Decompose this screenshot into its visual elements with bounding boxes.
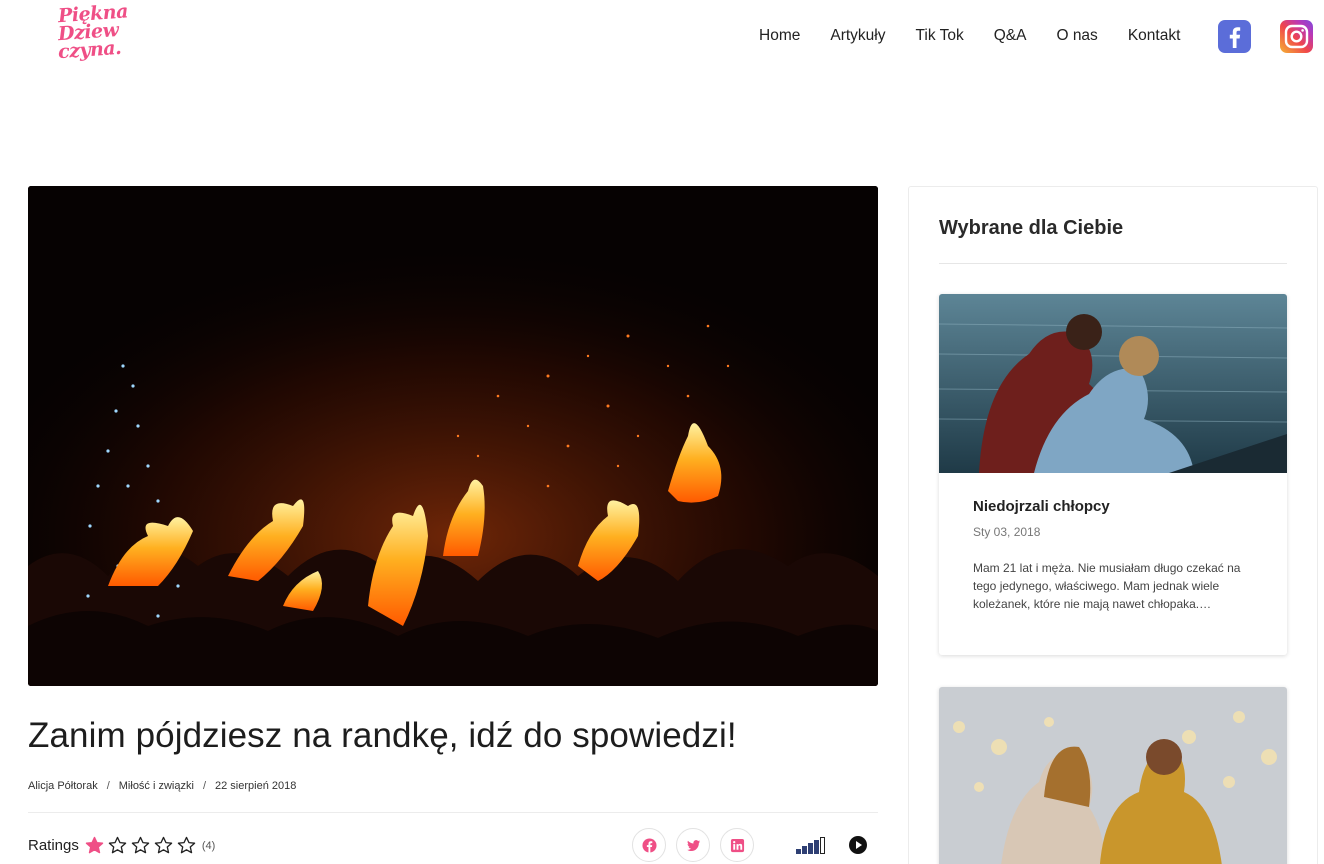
rating-stars[interactable] [85, 836, 200, 855]
main-nav: Home Artykuły Tik Tok Q&A O nas Kontakt [744, 24, 1210, 48]
star-empty-icon[interactable] [177, 836, 196, 855]
nav-articles[interactable]: Artykuły [830, 27, 885, 45]
article-author[interactable]: Alicja Półtorak [28, 780, 98, 792]
site-logo[interactable]: Piękna Dziew czyna. [57, 0, 150, 68]
share-twitter-button[interactable] [676, 828, 710, 862]
nav-contact[interactable]: Kontakt [1128, 27, 1181, 45]
rating-count: (4) [201, 839, 216, 852]
star-empty-icon[interactable] [131, 836, 150, 855]
audio-level-bar [820, 837, 825, 854]
meta-separator: / [106, 780, 110, 792]
audio-level-bar [808, 843, 813, 854]
play-icon[interactable] [849, 836, 867, 854]
nav-tiktok[interactable]: Tik Tok [915, 27, 963, 45]
card-image [939, 294, 1287, 473]
nav-qa[interactable]: Q&A [994, 27, 1027, 45]
star-empty-icon[interactable] [108, 836, 127, 855]
instagram-icon[interactable] [1280, 20, 1313, 53]
twitter-icon [686, 839, 700, 851]
sidebar-divider [939, 263, 1287, 264]
ratings-label: Ratings [28, 837, 79, 854]
nav-home[interactable]: Home [759, 27, 800, 45]
article-hero-image [28, 186, 878, 686]
card-image [939, 687, 1287, 864]
star-filled-icon[interactable] [85, 836, 104, 855]
card-excerpt: Mam 21 lat i męża. Nie musiałam długo cz… [973, 561, 1241, 611]
audio-level-bar [802, 846, 807, 854]
audio-level-bar [796, 849, 801, 854]
article-meta: Alicja Półtorak / Miłość i związki / 22 … [28, 780, 296, 792]
share-facebook-button[interactable] [632, 828, 666, 862]
share-linkedin-button[interactable] [720, 828, 754, 862]
card-title[interactable]: Niedojrzali chłopcy [973, 498, 1110, 515]
star-empty-icon[interactable] [154, 836, 173, 855]
meta-separator: / [202, 780, 207, 792]
sidebar-title: Wybrane dla Ciebie [939, 217, 1124, 239]
nav-about[interactable]: O nas [1056, 27, 1097, 45]
recommended-card[interactable]: Niedojrzali chłopcy Sty 03, 2018 Mam 21 … [939, 294, 1287, 655]
meta-divider [28, 812, 878, 813]
logo-line-3: czyna. [57, 36, 122, 64]
recommended-card[interactable] [939, 687, 1287, 864]
audio-level-icon[interactable] [796, 836, 826, 854]
audio-level-bar [814, 840, 819, 854]
facebook-icon[interactable] [1218, 20, 1251, 53]
recommended-sidebar: Wybrane dla Ciebie Niedojrzali chłopcy S… [908, 186, 1318, 864]
linkedin-icon [730, 838, 744, 852]
article-category[interactable]: Miłość i związki [119, 780, 194, 792]
card-date: Sty 03, 2018 [973, 525, 1041, 539]
facebook-icon [641, 837, 657, 853]
article-title: Zanim pójdziesz na randkę, idź do spowie… [28, 716, 737, 755]
ratings: Ratings (4) [28, 836, 215, 855]
article-date: 22 sierpień 2018 [215, 780, 297, 792]
